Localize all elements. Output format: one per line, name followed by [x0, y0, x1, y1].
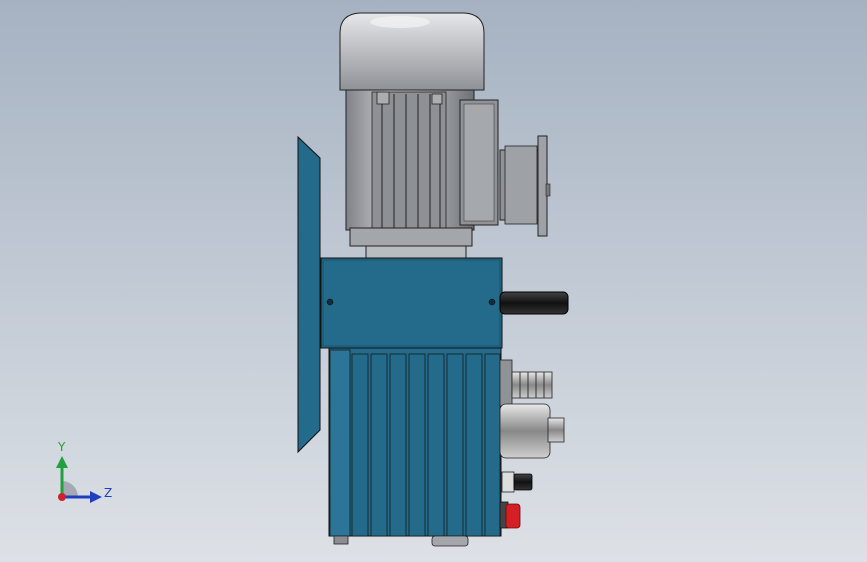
foot-left [333, 535, 349, 545]
spindle-upper[interactable] [499, 359, 553, 407]
y-axis-label: Y [58, 440, 66, 454]
red-button-icon[interactable] [499, 501, 521, 529]
gearbox-housing-upper[interactable] [320, 257, 503, 349]
handle-icon[interactable] [499, 291, 569, 315]
spindle-lower[interactable] [499, 403, 565, 459]
y-axis-arrow [56, 456, 68, 468]
gearbox-housing-lower[interactable] [328, 347, 502, 537]
z-axis-arrow [90, 491, 102, 503]
z-axis-label: Z [104, 486, 113, 500]
coordinate-triad: Y Z [40, 438, 130, 518]
side-guard-plate[interactable] [297, 135, 321, 454]
motor-cap-icon[interactable] [339, 12, 485, 91]
motor-body[interactable] [345, 89, 475, 259]
foot-middle [431, 535, 469, 547]
terminal-box-icon[interactable] [459, 99, 499, 226]
cad-viewport[interactable] [0, 0, 867, 562]
origin-x-axis [58, 493, 66, 501]
knob-icon[interactable] [501, 471, 533, 493]
flange-icon[interactable] [499, 135, 551, 237]
